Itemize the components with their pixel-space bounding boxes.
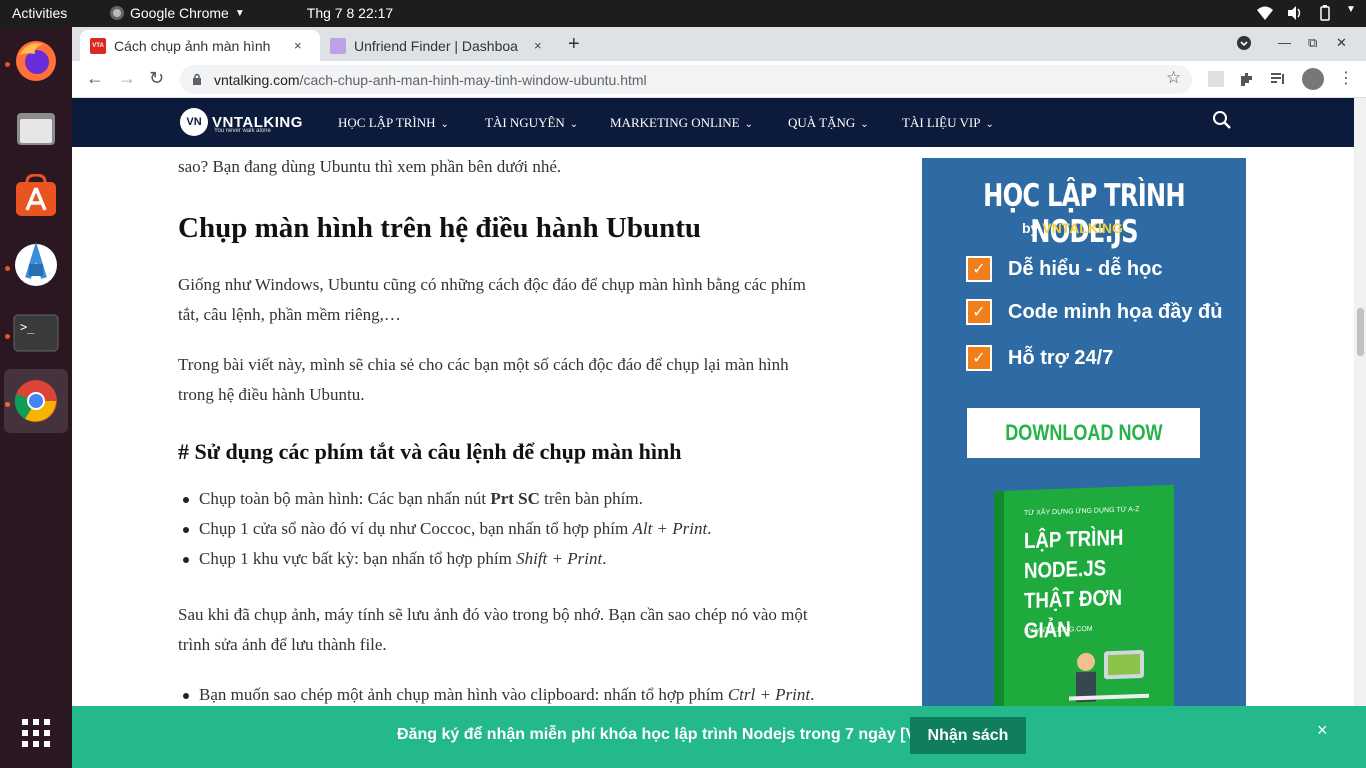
search-icon[interactable] [1212,110,1232,135]
firefox-icon[interactable] [4,29,68,93]
tab-strip: VTA Cách chụp ảnh màn hình × Unfriend Fi… [72,27,1366,61]
volume-icon [1286,4,1304,22]
power-menu-icon: ▼ [1346,4,1356,15]
ad-byline: by VNTALKING [1022,220,1123,236]
nav-hoc-lap-trinh[interactable]: HỌC LẬP TRÌNH ⌄ [338,115,449,131]
chevron-down-icon: ⌄ [744,119,754,130]
checkbox-icon: ✓ [966,345,992,371]
dock: >_ [0,27,72,768]
download-now-button[interactable]: DOWNLOAD NOW [967,408,1200,458]
profile-avatar[interactable] [1302,68,1324,90]
ad-heading: HỌC LẬP TRÌNH NODE.JS [983,178,1185,250]
extension-icon[interactable] [1208,71,1224,87]
article-paragraph: Trong bài viết này, mình sẽ chia sẻ cho … [178,355,789,374]
ad-feature: ✓ Dễ hiểu - dễ học [966,256,1162,282]
checkbox-icon: ✓ [966,299,992,325]
extensions-puzzle-icon[interactable] [1239,71,1255,87]
developer-illustration-icon [1069,650,1149,703]
files-icon[interactable] [4,97,68,161]
tab-search-icon[interactable] [1236,35,1252,54]
url-domain: vntalking.com [214,71,300,88]
get-book-button[interactable]: Nhận sách [910,717,1026,754]
bookmark-star-icon[interactable]: ☆ [1166,68,1181,88]
logo-tagline: You never walk alone [214,128,271,134]
logo-mark: VN [180,108,208,136]
maximize-icon[interactable]: ⧉ [1308,35,1317,51]
tab-unfriend-finder[interactable]: Unfriend Finder | Dashboa × [320,30,560,61]
software-icon[interactable] [4,165,68,229]
chevron-down-icon: ⌄ [569,119,579,130]
lock-icon [192,72,202,85]
svg-text:>_: >_ [20,320,35,334]
chevron-down-icon: ⌄ [860,119,869,130]
article-paragraph: Giống như Windows, Ubuntu cũng có những … [178,275,806,294]
clock[interactable]: Thg 7 8 22:17 [0,5,1070,21]
shortcut-list: Chụp toàn bộ màn hình: Các bạn nhấn nút … [178,484,898,574]
ad-feature: ✓ Hỗ trợ 24/7 [966,345,1113,371]
back-button[interactable]: ← [86,68,104,89]
article-paragraph: trong hệ điều hành Ubuntu. [178,385,365,404]
list-item: Chụp 1 khu vực bất kỳ: bạn nhấn tổ hợp p… [178,544,898,574]
chevron-down-icon: ⌄ [440,119,449,130]
android-studio-icon[interactable] [4,233,68,297]
subsection-heading: # Sử dụng các phím tắt và câu lệnh để ch… [178,439,682,464]
url-path: /cach-chup-anh-man-hinh-may-tinh-window-… [299,71,647,88]
article-paragraph: tắt, câu lệnh, phần mềm riêng,… [178,305,401,324]
list-item: Chụp toàn bộ màn hình: Các bạn nhấn nút … [178,484,898,514]
browser-toolbar: ← → ↻ vntalking.com/cach-chup-anh-man-hi… [72,61,1366,98]
wifi-icon [1256,4,1274,22]
unfriend-finder-favicon-icon [330,37,346,54]
ad-feature: ✓ Code minh họa đầy đủ [966,299,1222,325]
article-paragraph: trình sửa ảnh để lưu thành file. [178,635,387,654]
close-tab-icon[interactable]: × [294,38,302,53]
tab-title: Unfriend Finder | Dashboa [354,37,518,54]
page-scrollbar[interactable] [1354,98,1366,768]
forward-button[interactable]: → [118,68,136,89]
section-heading: Chụp màn hình trên hệ điều hành Ubuntu [178,212,702,244]
chrome-icon[interactable] [4,369,68,433]
system-tray[interactable]: ▼ [1256,4,1356,22]
ebook-cover-image: TỪ XÂY DỰNG ỨNG DỤNG TỪ A-Z LẬP TRÌNH NO… [994,484,1174,706]
checkbox-icon: ✓ [966,256,992,282]
minimize-icon[interactable]: — [1278,35,1291,50]
nav-tai-nguyen[interactable]: TÀI NGUYÊN ⌄ [485,115,578,131]
chevron-down-icon: ⌄ [985,119,994,130]
reload-button[interactable]: ↻ [149,68,164,89]
system-top-bar: Activities Google Chrome ▼ Thg 7 8 22:17… [0,0,1366,27]
nav-qua-tang[interactable]: QUÀ TẶNG ⌄ [788,115,869,131]
close-icon[interactable]: × [1317,720,1328,741]
subscribe-message: Đăng ký để nhận miễn phí khóa học lập tr… [397,726,959,743]
nodejs-course-ad[interactable]: HỌC LẬP TRÌNH NODE.JS by VNTALKING ✓ Dễ h… [922,158,1246,706]
site-logo[interactable]: VN VNTALKING You never walk alone [180,108,303,136]
close-tab-icon[interactable]: × [534,38,542,53]
show-apps-icon[interactable] [4,701,68,765]
new-tab-button[interactable]: + [568,33,580,56]
reading-list-icon[interactable] [1270,71,1286,87]
nav-marketing-online[interactable]: MARKETING ONLINE ⌄ [610,115,753,131]
terminal-icon[interactable]: >_ [4,301,68,365]
list-item: Chụp 1 cửa sổ nào đó ví dụ như Coccoc, b… [178,514,898,544]
tab-title: Cách chụp ảnh màn hình [114,37,271,54]
subscribe-bar: Đăng ký để nhận miễn phí khóa học lập tr… [72,706,1366,768]
close-window-icon[interactable]: ✕ [1336,35,1347,51]
article-paragraph: Sau khi đã chụp ảnh, máy tính sẽ lưu ảnh… [178,605,808,624]
address-bar[interactable]: vntalking.com/cach-chup-anh-man-hinh-may… [180,65,1192,94]
more-menu-icon[interactable]: ⋮ [1338,68,1354,87]
battery-icon [1316,4,1334,22]
tab-active[interactable]: VTA Cách chụp ảnh màn hình × [80,30,320,61]
site-navigation: VN VNTALKING You never walk alone HỌC LẬ… [72,98,1354,147]
scrollbar-thumb[interactable] [1357,308,1364,356]
article-paragraph: sao? Bạn đang dùng Ubuntu thì xem phần b… [178,157,562,176]
nav-tai-lieu-vip[interactable]: TÀI LIỆU VIP ⌄ [902,115,994,131]
vntalking-favicon-icon: VTA [90,37,106,54]
